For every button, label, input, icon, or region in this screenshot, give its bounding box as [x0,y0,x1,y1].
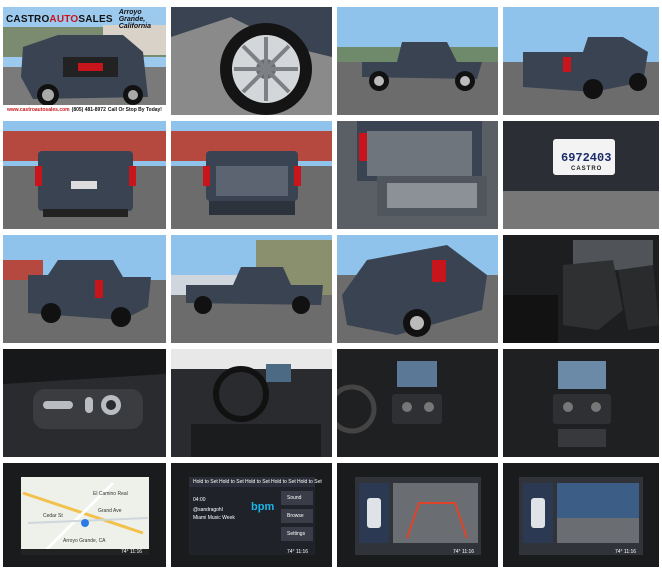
truck-rear-left-illustration [3,235,166,343]
dealer-tagline: Call Or Stop By Today! [107,107,162,113]
music-preset-a[interactable]: Hold to Set [193,479,218,485]
dealer-brand: CASTROAUTOSALES [6,13,113,25]
dealer-footer: www.castroautosales.com (805) 481-8972 C… [7,107,162,113]
rear-open-illustration [171,121,332,229]
music-preset-b[interactable]: Hold to Set [219,479,244,485]
photo-seat-controls[interactable] [3,349,166,457]
dashboard-wide-illustration [171,349,332,457]
nav-temp-time: 74° 11:16 [121,549,143,555]
nav-road-a-label: Grand Ave [98,508,122,514]
nav-street-label: El Camino Real [93,491,128,497]
seats-illustration [503,235,659,343]
nav-place-label: Arroyo Grande, CA [63,538,106,544]
camera-2-temp-time: 74° 11:16 [615,549,637,555]
photo-side-profile-2[interactable] [171,235,332,343]
music-preset-e[interactable]: Hold to Set [297,479,322,485]
photo-rear-tailgate-closed[interactable] [3,121,166,229]
truck-rear-illustration [503,7,659,115]
sound-button[interactable]: Sound [287,495,301,501]
music-preset-d[interactable]: Hold to Set [271,479,296,485]
photo-dashboard-wide[interactable] [171,349,332,457]
photo-navigation-screen[interactable]: El Camino Real Grand Ave Cedar St Arroyo… [3,463,166,567]
music-station: Miami Music Week [193,515,235,521]
rear-closed-illustration [3,121,166,229]
photo-gallery-grid: CASTROAUTOSALES Arroyo Grande, Californi… [0,0,662,571]
photo-rear-three-quarter[interactable] [503,7,659,115]
photo-front-seats[interactable] [503,235,659,343]
photo-side-profile-1[interactable] [337,7,498,115]
browse-button[interactable]: Browse [287,513,304,519]
bpm-logo: bpm [251,501,275,513]
photo-wheel-closeup[interactable] [171,7,332,115]
console-illustration-1 [337,349,498,457]
plate-number: 6972403 [561,151,612,165]
photo-elevated-rear[interactable] [337,235,498,343]
truck-side-illustration [337,7,498,115]
dealer-city: Arroyo Grande, California [118,8,152,30]
photo-music-screen[interactable]: Hold to Set Hold to Set Hold to Set Hold… [171,463,332,567]
photo-camera-screen-1[interactable]: 74° 11:16 [337,463,498,567]
wheel-illustration [171,7,332,115]
photo-rear-left-quarter[interactable] [3,235,166,343]
photo-license-plate[interactable]: 6972403 CASTRO [503,121,659,229]
camera-1-temp-time: 74° 11:16 [453,549,475,555]
music-time: 04:00 [193,497,206,503]
photo-center-console-2[interactable] [503,349,659,457]
photo-rear-tailgate-open[interactable] [171,121,332,229]
dealer-url: www.castroautosales.com [7,107,70,113]
photo-front-three-quarter[interactable]: CASTROAUTOSALES Arroyo Grande, Californi… [3,7,166,115]
music-temp-time: 74° 11:16 [287,549,309,555]
dealer-banner: CASTROAUTOSALES Arroyo Grande, Californi… [6,8,166,30]
bumper-illustration [503,121,659,229]
truck-elevated-illustration [337,235,498,343]
photo-center-console-1[interactable] [337,349,498,457]
dealer-phone: (805) 481-8972 [71,107,106,113]
nav-road-b-label: Cedar St [43,513,63,519]
music-preset-c[interactable]: Hold to Set [245,479,270,485]
plate-dealer: CASTRO [571,166,603,172]
music-track: @sandragohl [193,507,223,513]
seat-control-illustration [3,349,166,457]
settings-button[interactable]: Settings [287,531,305,537]
photo-multipro-tailgate[interactable] [337,121,498,229]
truck-side-2-illustration [171,235,332,343]
photo-camera-screen-2[interactable]: 74° 11:16 [503,463,659,567]
console-illustration-2 [503,349,659,457]
tailgate-illustration [337,121,498,229]
